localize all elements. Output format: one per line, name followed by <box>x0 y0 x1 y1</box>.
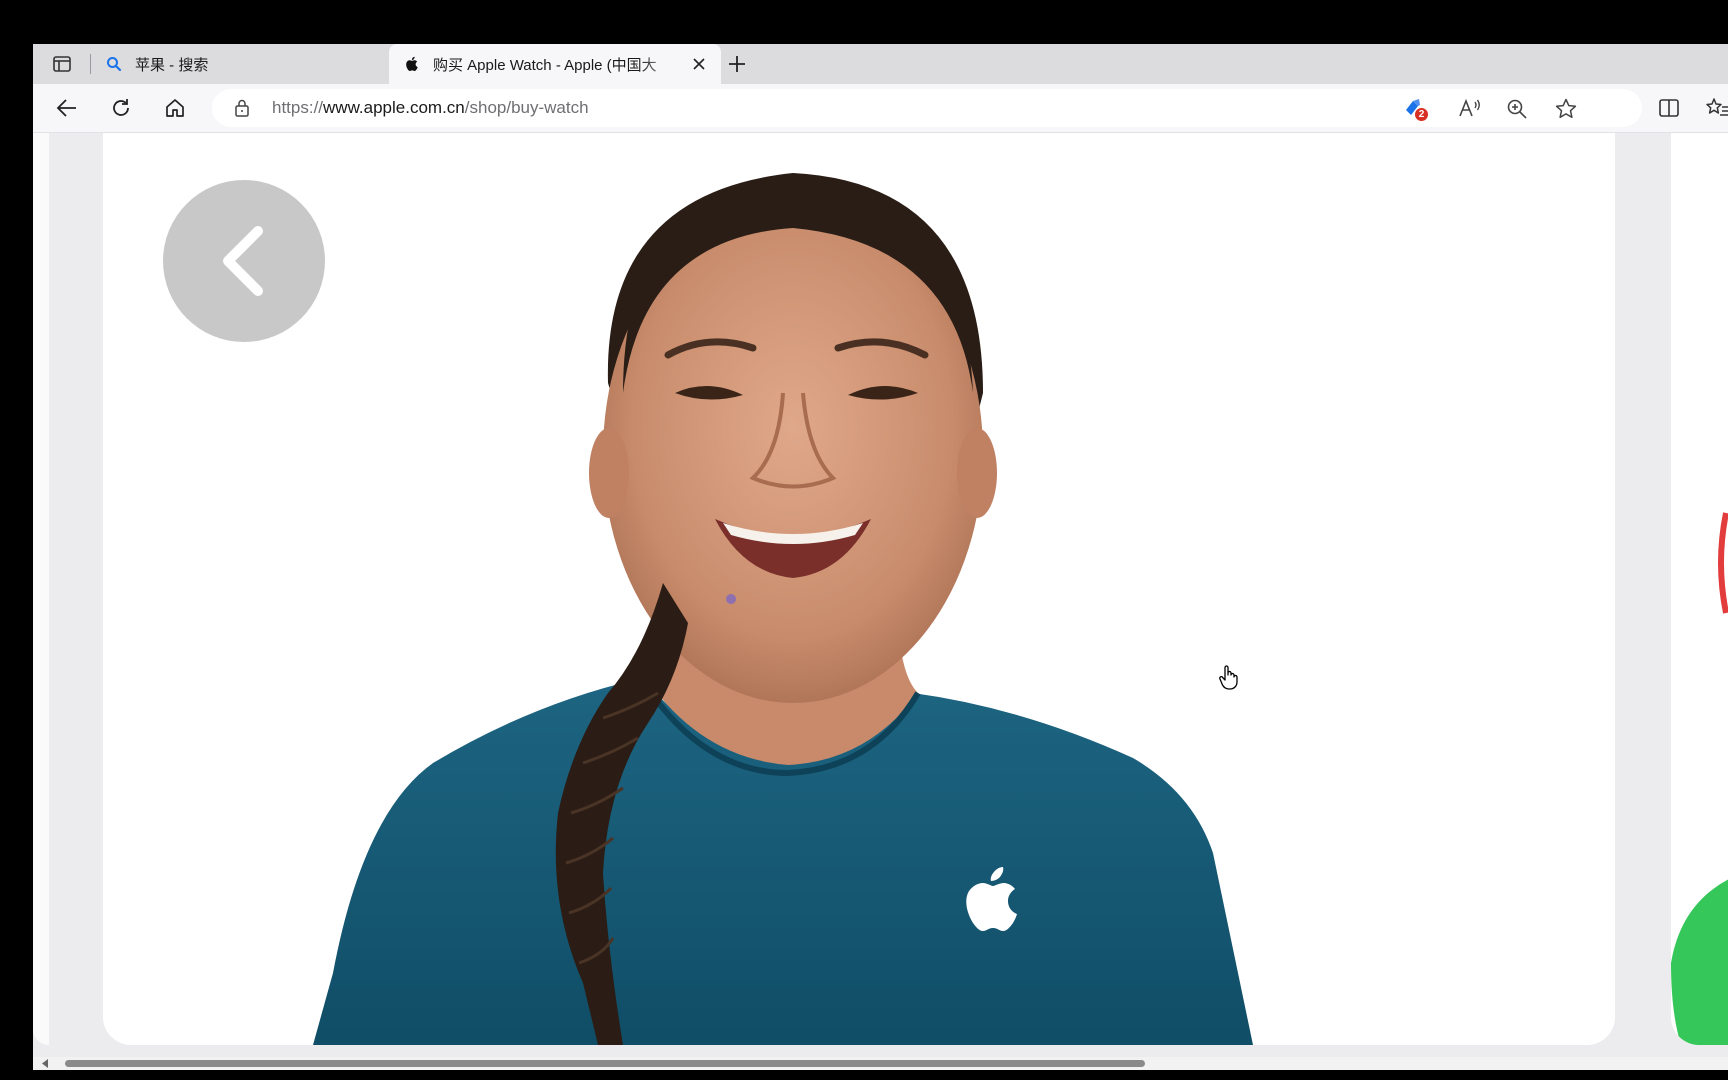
url-text: https://www.apple.com.cn/shop/buy-watch <box>272 89 589 127</box>
favorite-star-icon[interactable] <box>1554 97 1578 126</box>
search-icon <box>105 55 123 73</box>
split-screen-icon <box>1659 99 1679 117</box>
extension-icon[interactable]: 2 <box>1402 96 1428 122</box>
hand-cursor-icon <box>1218 664 1240 695</box>
chevron-left-icon <box>223 226 263 296</box>
extension-badge: 2 <box>1415 108 1428 121</box>
tab-title: 购买 Apple Watch - Apple (中国大 <box>433 56 657 74</box>
url-scheme: https:// <box>272 98 324 117</box>
tab-strip: 苹果 - 搜索 购买 Apple Watch - Apple (中国大 <box>33 44 1728 84</box>
home-button[interactable] <box>161 94 189 122</box>
scroll-left-arrow-icon[interactable] <box>41 1059 49 1068</box>
tab-actions-icon <box>53 56 71 72</box>
apple-logo-icon <box>403 55 421 73</box>
next-slide-peek[interactable] <box>1671 133 1728 1045</box>
favorites-button[interactable] <box>1703 94 1728 122</box>
specialist-card <box>103 133 1615 1045</box>
tab-title: 苹果 - 搜索 <box>135 56 209 74</box>
zoom-icon[interactable] <box>1506 98 1528 125</box>
url-host: www.apple.com.cn <box>323 98 465 117</box>
previous-slide-button[interactable] <box>163 180 325 342</box>
horizontal-scrollbar[interactable] <box>33 1057 1728 1070</box>
close-tab-icon[interactable] <box>689 54 709 74</box>
previous-slide-edge <box>33 133 49 1045</box>
back-arrow-icon <box>56 99 76 117</box>
read-aloud-icon[interactable] <box>1458 98 1482 123</box>
refresh-button[interactable] <box>107 94 135 122</box>
url-path: /shop/buy-watch <box>464 98 589 117</box>
split-screen-button[interactable] <box>1655 94 1683 122</box>
address-bar[interactable]: https://www.apple.com.cn/shop/buy-watch … <box>212 89 1642 127</box>
scrollbar-thumb[interactable] <box>65 1060 1145 1067</box>
tab-search[interactable]: 苹果 - 搜索 <box>91 44 421 84</box>
plus-icon <box>729 56 745 72</box>
refresh-icon <box>113 99 129 116</box>
back-button[interactable] <box>53 94 81 122</box>
lock-icon[interactable] <box>234 99 250 122</box>
browser-window: 苹果 - 搜索 购买 Apple Watch - Apple (中国大 http… <box>33 44 1728 1070</box>
tab-buy-watch[interactable]: 购买 Apple Watch - Apple (中国大 <box>389 44 721 84</box>
navigation-toolbar: https://www.apple.com.cn/shop/buy-watch … <box>33 84 1728 133</box>
page-content <box>33 133 1728 1057</box>
tab-actions-button[interactable] <box>33 44 91 84</box>
favorites-list-icon <box>1706 98 1728 116</box>
apple-specialist-photo <box>103 133 1615 1045</box>
home-icon <box>166 99 184 117</box>
new-tab-button[interactable] <box>725 52 749 76</box>
